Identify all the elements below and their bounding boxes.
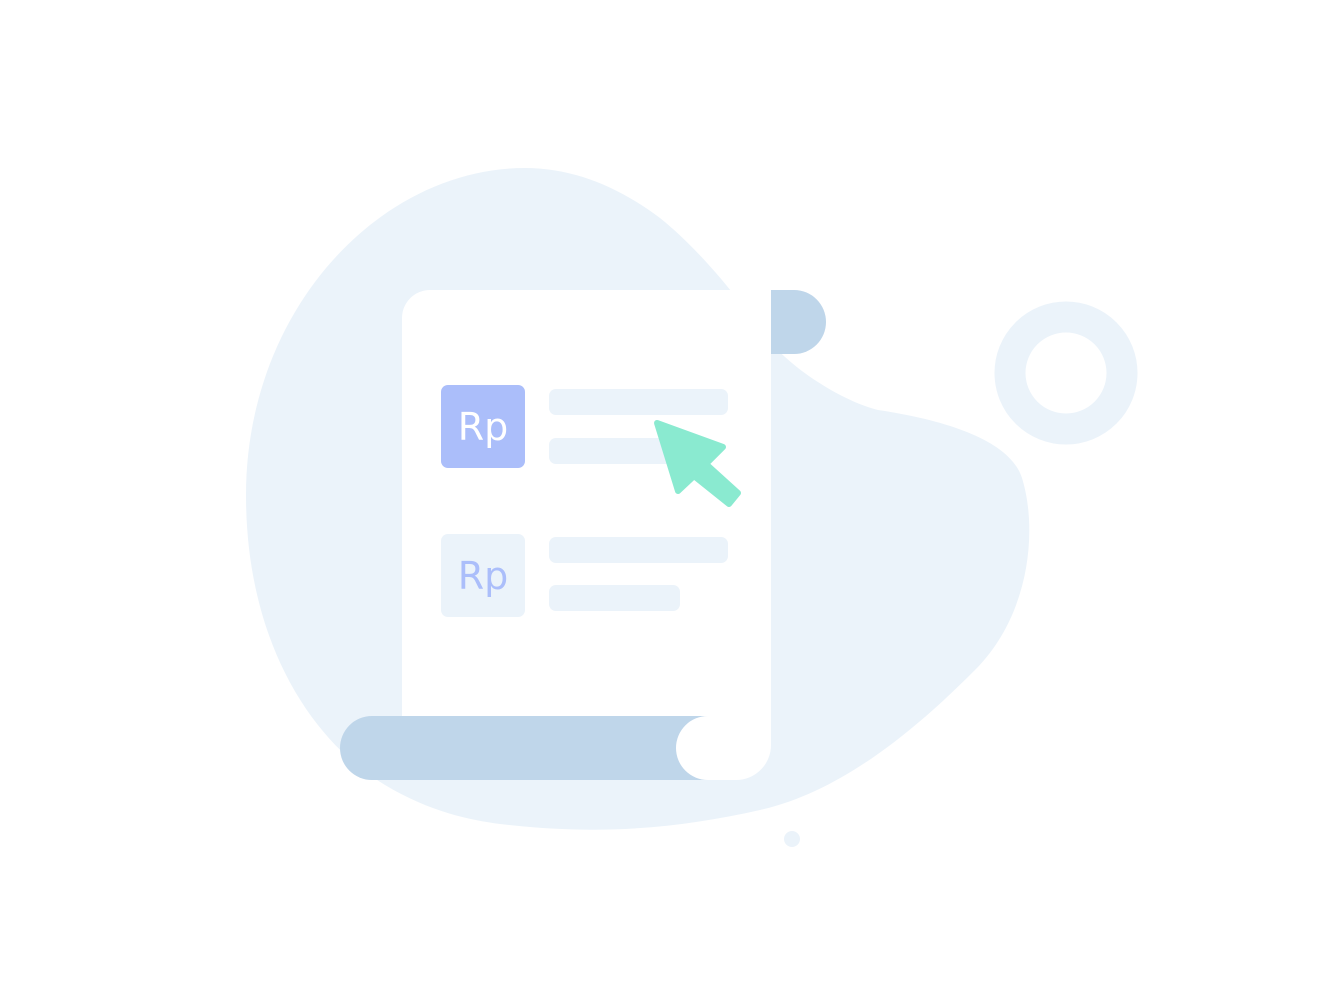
scroll-top-roll	[771, 290, 826, 354]
illustration-stage: Rp Rp	[0, 0, 1334, 1000]
placeholder-line	[549, 537, 728, 563]
placeholder-line	[549, 389, 728, 415]
rp-app-icon-label: Rp	[458, 405, 509, 449]
ring-decoration	[994, 301, 1138, 445]
placeholder-line	[549, 585, 680, 611]
rp-app-icon-label: Rp	[458, 554, 509, 598]
dot-decoration	[784, 831, 800, 847]
scroll-document-illustration: Rp Rp	[246, 168, 1138, 847]
